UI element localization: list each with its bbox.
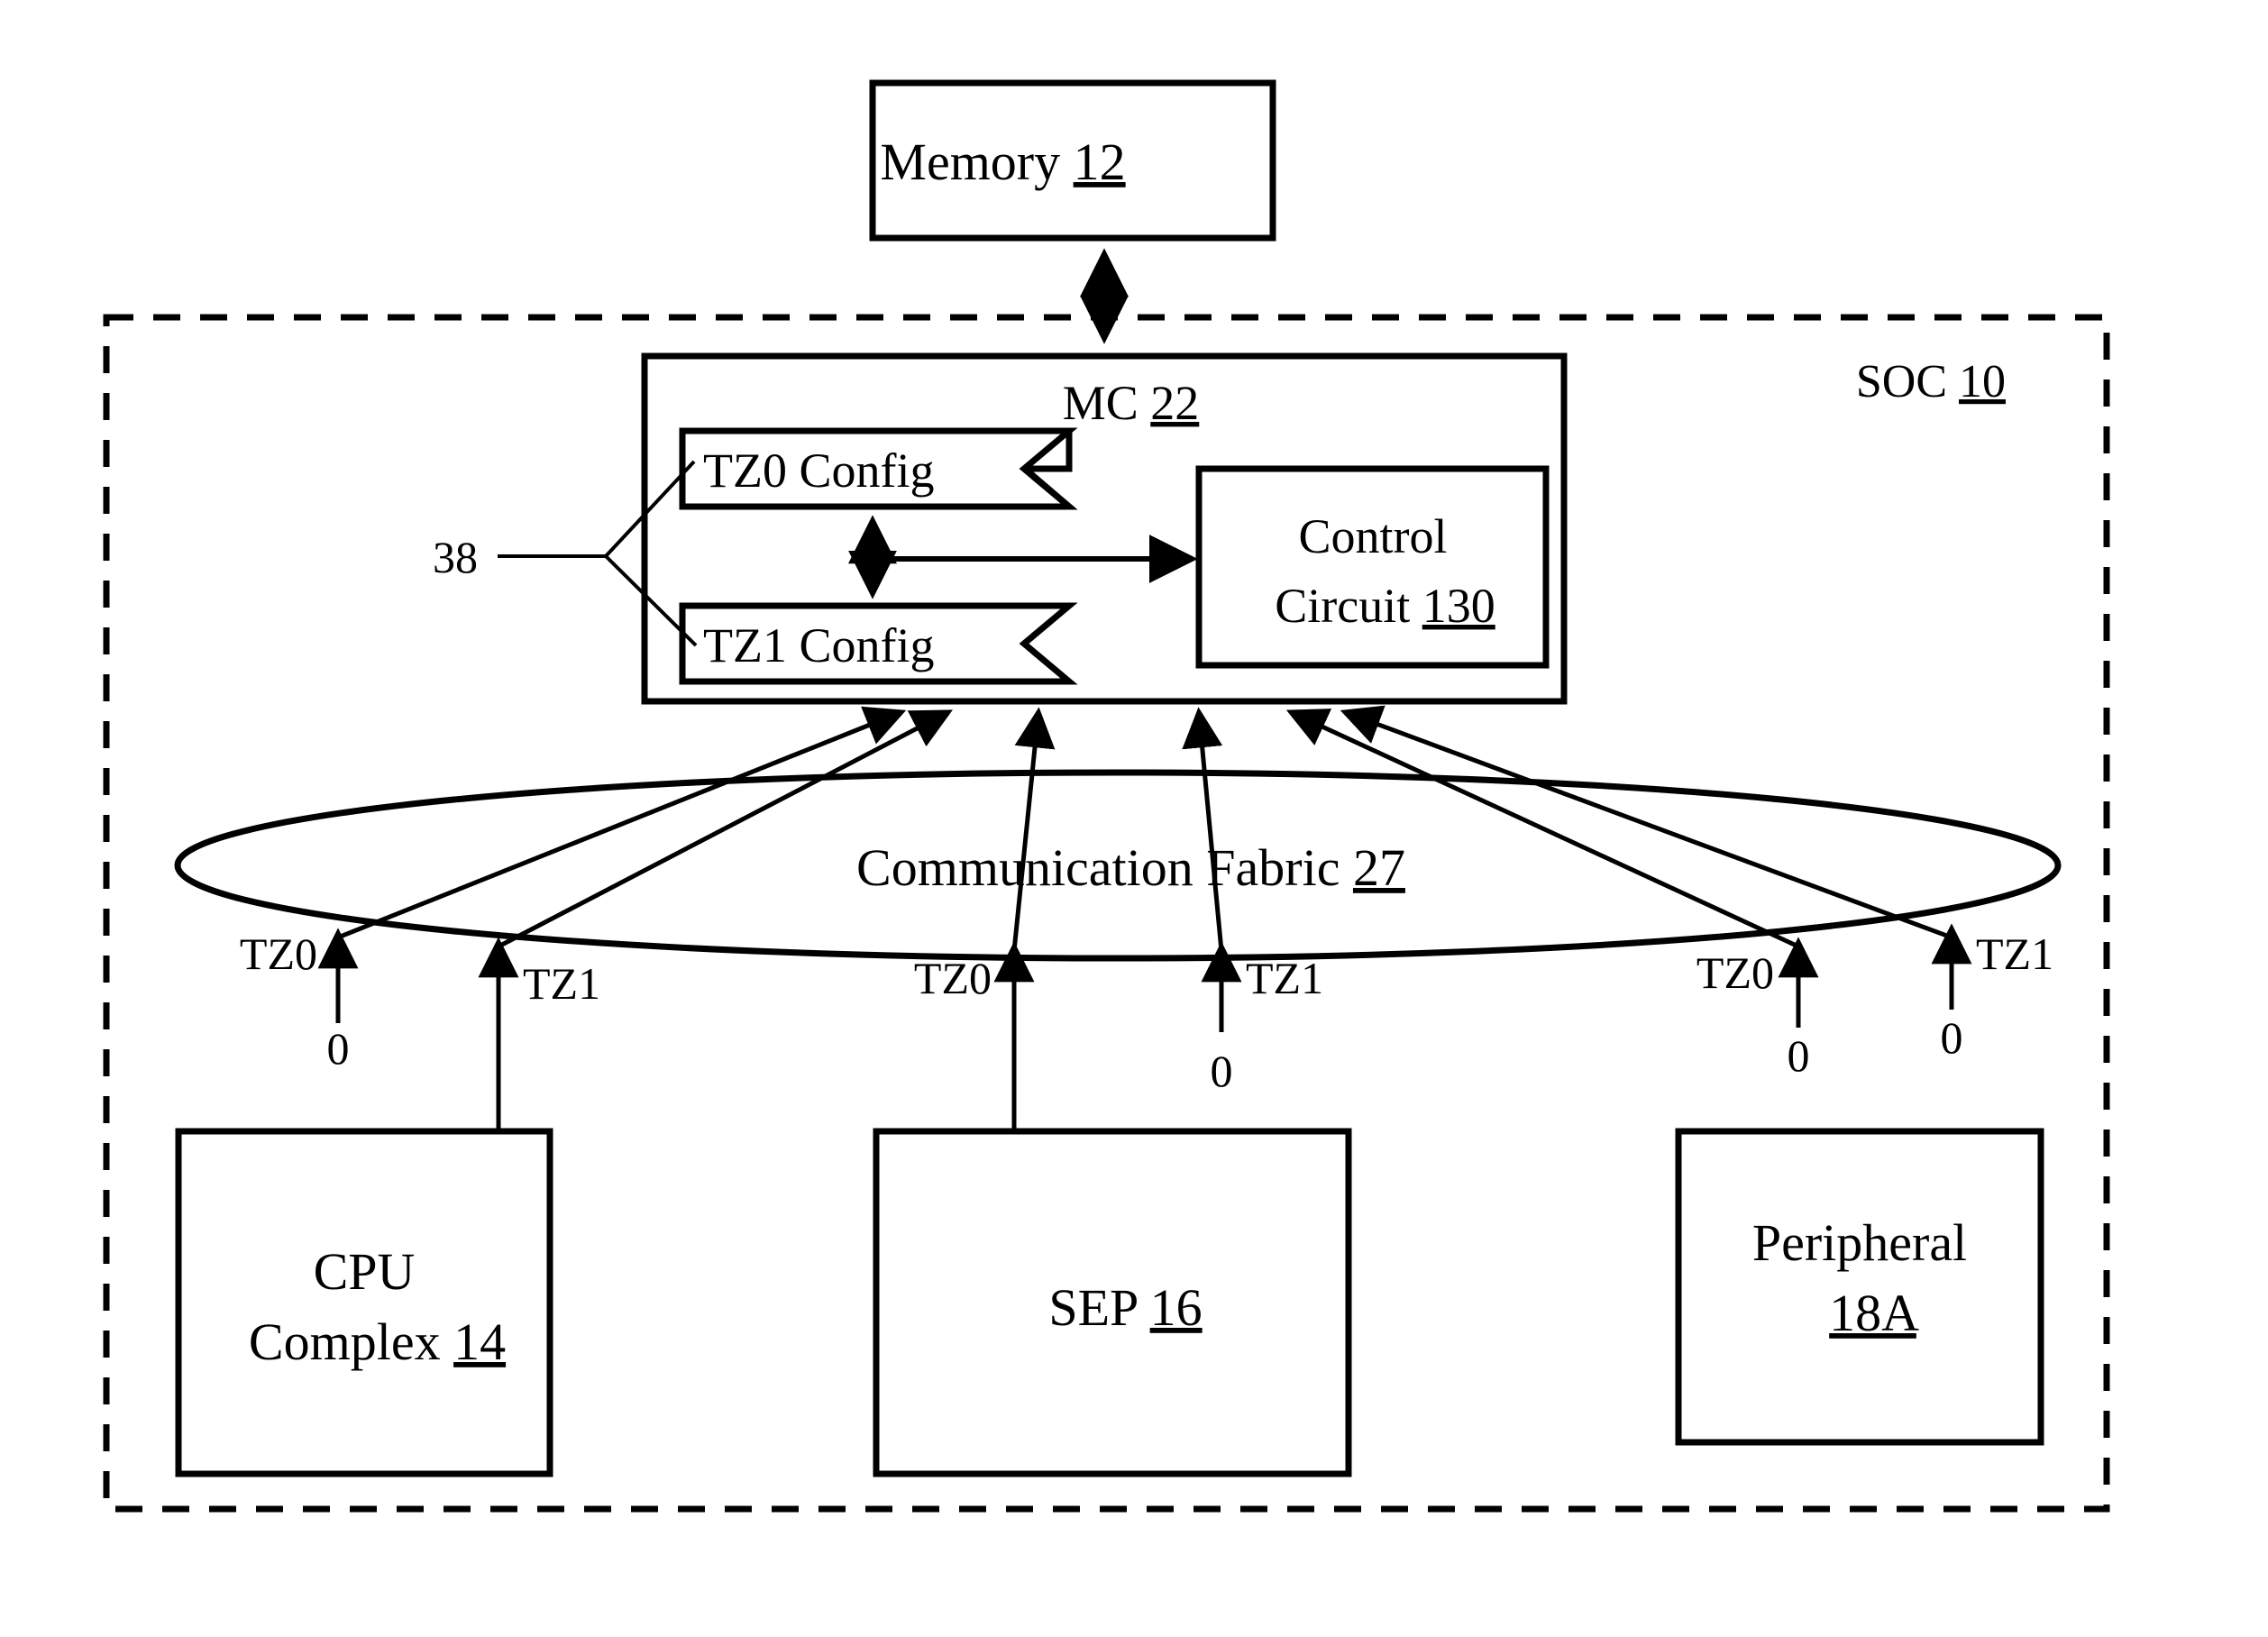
memory-label-text: Memory [880,133,1060,191]
port-value-peri-tz1: 0 [1941,1012,1963,1063]
cpu-complex-box[interactable] [175,1128,553,1477]
control-circuit-ref: 130 [1422,579,1495,633]
sep-label-text: SEP [1048,1278,1137,1337]
port-label-cpu-tz0: TZ0 [240,928,317,979]
cpu-complex-line1: CPU [314,1242,416,1301]
fabric-label: Communication Fabric 27 [765,838,1471,897]
port-label-peri-tz1: TZ1 [1976,928,2053,979]
peripheral-line1: Peripheral [1752,1213,1967,1272]
sep-ref: 16 [1150,1278,1203,1337]
soc-ref: 10 [1959,356,2006,407]
link-cpu-tz1-to-mc [497,709,953,949]
fabric-label-text: Communication Fabric [856,838,1340,897]
port-label-sep-tz1: TZ1 [1246,953,1323,1003]
memory-ref: 12 [1074,133,1126,191]
config-group-ref-label: 38 [433,532,478,582]
block-diagram-svg: Memory 12 SOC 10 MC 22 TZ0 Config TZ1 Co… [103,79,2110,1513]
port-label-peri-tz0: TZ0 [1696,947,1774,998]
control-circuit-line2-text: Circuit [1275,579,1410,633]
control-circuit-line1: Control [1298,509,1447,563]
figure-canvas: Memory 12 SOC 10 MC 22 TZ0 Config TZ1 Co… [0,0,2268,1637]
tz1-config-label: TZ1 Config [703,618,934,672]
cpu-complex-line2-text: Complex [249,1312,441,1371]
link-sep-tz0-to-mc [1011,707,1056,952]
cpu-complex-ref: 14 [453,1312,506,1371]
port-label-sep-tz0: TZ0 [914,953,992,1003]
port-value-peri-tz0: 0 [1788,1030,1810,1081]
control-circuit-line2: Circuit 130 [1190,579,1556,633]
mc-label-text: MC [1063,376,1139,430]
tz0-config-label: TZ0 Config [703,444,934,498]
peripheral-ref: 18A [1829,1284,1919,1342]
mc-label: MC 22 [977,376,1260,430]
soc-label: SOC 10 [1774,356,2064,407]
soc-label-text: SOC [1856,356,1947,407]
memory-label: Memory 12 [789,133,1191,191]
port-value-cpu-tz0: 0 [327,1023,350,1074]
cpu-complex-line2: Complex 14 [157,1312,571,1371]
link-cpu-tz0-to-mc [337,706,907,940]
link-sep-tz1-to-mc [1182,707,1224,952]
mc-ref: 22 [1150,376,1199,430]
link-peri-tz1-to-mc [1340,705,1952,940]
peripheral-ref-line: 18A [1738,1284,1982,1342]
port-value-sep-tz1: 0 [1211,1046,1233,1096]
link-peri-tz0-to-mc [1285,709,1800,949]
port-label-cpu-tz1: TZ1 [523,958,600,1009]
fabric-ref: 27 [1353,838,1405,897]
sep-label: SEP 16 [957,1278,1267,1337]
control-circuit-box[interactable] [1195,465,1550,669]
